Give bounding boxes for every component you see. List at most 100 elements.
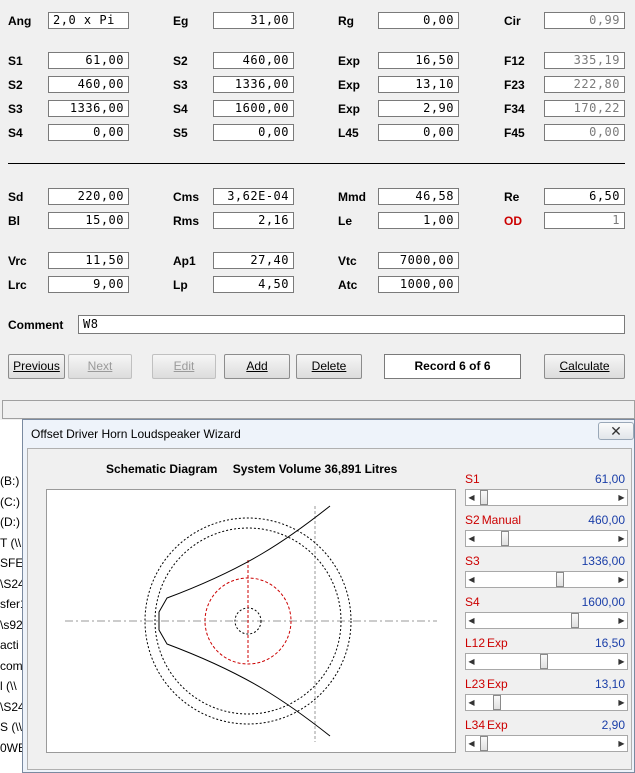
slider-label-l23: L23 Exp <box>465 677 508 691</box>
slider-l12[interactable]: ◀ ▶ <box>465 653 628 670</box>
param-label-s2: S2 <box>173 54 188 68</box>
scroll-left-icon[interactable]: ◀ <box>466 613 477 628</box>
slider-value-l23: 13,10 <box>594 677 625 691</box>
scroll-left-icon[interactable]: ◀ <box>466 490 477 505</box>
param-field-s4[interactable]: 1600,00 <box>213 100 294 117</box>
scroll-right-icon[interactable]: ▶ <box>616 531 627 546</box>
add-button[interactable]: Add <box>224 354 290 379</box>
slider-mode: Exp <box>487 718 508 732</box>
background-list-item: (B:) <box>0 474 20 488</box>
param-field-f34: 170,22 <box>544 100 625 117</box>
comment-label: Comment <box>8 318 64 332</box>
param-field-vtc[interactable]: 7000,00 <box>378 252 459 269</box>
param-field-rg[interactable]: 0,00 <box>378 12 459 29</box>
background-list-item: \S24 <box>0 576 23 591</box>
param-field-od: 1 <box>544 212 625 229</box>
slider-s2[interactable]: ◀ ▶ <box>465 530 628 547</box>
param-field-s1[interactable]: 61,00 <box>48 52 129 69</box>
param-field-ap1[interactable]: 27,40 <box>213 252 294 269</box>
param-field-cms[interactable]: 3,62E-04 <box>213 188 294 205</box>
schematic-label: Schematic Diagram <box>106 462 218 476</box>
param-field-eg[interactable]: 31,00 <box>213 12 294 29</box>
param-field-s3[interactable]: 1336,00 <box>48 100 129 117</box>
param-field-f23: 222,80 <box>544 76 625 93</box>
param-field-s5[interactable]: 0,00 <box>213 124 294 141</box>
slider-label-s1: S1 <box>465 472 480 486</box>
slider-l23[interactable]: ◀ ▶ <box>465 694 628 711</box>
comment-input[interactable]: W8 <box>78 315 625 334</box>
slider-thumb[interactable] <box>480 736 488 751</box>
param-label-f34: F34 <box>504 102 525 116</box>
slider-s3[interactable]: ◀ ▶ <box>465 571 628 588</box>
slider-s4[interactable]: ◀ ▶ <box>465 612 628 629</box>
scroll-left-icon[interactable]: ◀ <box>466 695 477 710</box>
previous-button[interactable]: Previous <box>8 354 65 379</box>
slider-label-l12: L12 Exp <box>465 636 508 650</box>
param-field-exp[interactable]: 2,90 <box>378 100 459 117</box>
param-label-s1: S1 <box>8 54 23 68</box>
status-bar <box>2 400 635 419</box>
scroll-right-icon[interactable]: ▶ <box>616 695 627 710</box>
param-field-ang[interactable]: 2,0 x Pi <box>48 12 129 29</box>
param-field-le[interactable]: 1,00 <box>378 212 459 229</box>
param-field-vrc[interactable]: 11,50 <box>48 252 129 269</box>
background-list-item: sfer1 <box>0 597 22 611</box>
param-field-lp[interactable]: 4,50 <box>213 276 294 293</box>
param-field-rms[interactable]: 2,16 <box>213 212 294 229</box>
scroll-right-icon[interactable]: ▶ <box>616 654 627 669</box>
param-label-re: Re <box>504 190 520 204</box>
scroll-right-icon[interactable]: ▶ <box>616 736 627 751</box>
param-field-s3[interactable]: 1336,00 <box>213 76 294 93</box>
param-label-lp: Lp <box>173 278 188 292</box>
param-field-mmd[interactable]: 46,58 <box>378 188 459 205</box>
param-field-sd[interactable]: 220,00 <box>48 188 129 205</box>
scroll-left-icon[interactable]: ◀ <box>466 572 477 587</box>
param-label-s4: S4 <box>173 102 188 116</box>
param-label-l45: L45 <box>338 126 359 140</box>
close-icon[interactable]: ✕ <box>598 422 634 440</box>
slider-thumb[interactable] <box>556 572 564 587</box>
slider-thumb[interactable] <box>480 490 488 505</box>
param-field-s4[interactable]: 0,00 <box>48 124 129 141</box>
slider-thumb[interactable] <box>501 531 509 546</box>
edit-button[interactable]: Edit <box>152 354 216 379</box>
scroll-left-icon[interactable]: ◀ <box>466 736 477 751</box>
slider-s1[interactable]: ◀ ▶ <box>465 489 628 506</box>
scroll-right-icon[interactable]: ▶ <box>616 613 627 628</box>
slider-label-s2: S2 Manual <box>465 513 521 527</box>
next-button[interactable]: Next <box>68 354 132 379</box>
param-label-exp: Exp <box>338 78 361 92</box>
param-field-re[interactable]: 6,50 <box>544 188 625 205</box>
calculate-button[interactable]: Calculate <box>544 354 625 379</box>
param-field-bl[interactable]: 15,00 <box>48 212 129 229</box>
scroll-right-icon[interactable]: ▶ <box>616 572 627 587</box>
param-field-lrc[interactable]: 9,00 <box>48 276 129 293</box>
section-divider <box>8 163 625 164</box>
param-label-od: OD <box>504 214 522 228</box>
param-field-s2[interactable]: 460,00 <box>48 76 129 93</box>
param-label-s3: S3 <box>8 102 23 116</box>
slider-value-l34: 2,90 <box>601 718 625 732</box>
scroll-right-icon[interactable]: ▶ <box>616 490 627 505</box>
scroll-left-icon[interactable]: ◀ <box>466 531 477 546</box>
param-field-f12: 335,19 <box>544 52 625 69</box>
delete-button[interactable]: Delete <box>296 354 362 379</box>
param-field-exp[interactable]: 16,50 <box>378 52 459 69</box>
param-field-s2[interactable]: 460,00 <box>213 52 294 69</box>
background-window-list: (B:) (C:) (D:) T (\\ SFER \S24 sfer1 \s92 acti co… <box>0 420 23 773</box>
param-field-l45[interactable]: 0,00 <box>378 124 459 141</box>
slider-l34[interactable]: ◀ ▶ <box>465 735 628 752</box>
scroll-left-icon[interactable]: ◀ <box>466 654 477 669</box>
slider-value-s3: 1336,00 <box>581 554 625 568</box>
slider-mode: Exp <box>487 677 508 691</box>
param-field-cir: 0,99 <box>544 12 625 29</box>
slider-value-s2: 460,00 <box>588 513 625 527</box>
slider-thumb[interactable] <box>493 695 501 710</box>
param-label-eg: Eg <box>173 14 189 28</box>
param-field-atc[interactable]: 1000,00 <box>378 276 459 293</box>
slider-thumb[interactable] <box>571 613 579 628</box>
param-label-s5: S5 <box>173 126 188 140</box>
param-field-exp[interactable]: 13,10 <box>378 76 459 93</box>
param-label-bl: Bl <box>8 214 20 228</box>
slider-thumb[interactable] <box>540 654 548 669</box>
